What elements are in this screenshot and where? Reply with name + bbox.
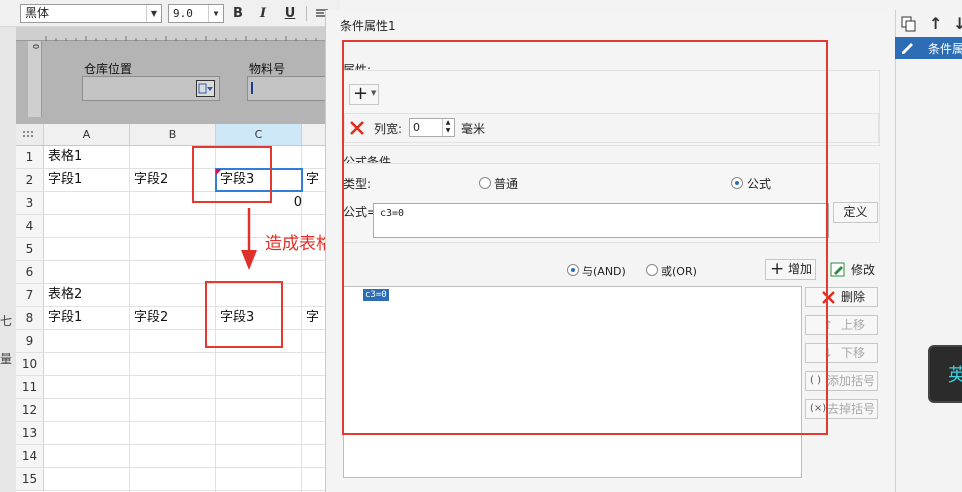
delete-label: 删除 — [840, 290, 865, 304]
bold-button[interactable]: B — [228, 4, 248, 23]
row-header[interactable]: 4 — [16, 215, 44, 238]
row-header[interactable]: 12 — [16, 399, 44, 422]
pencil-icon — [899, 39, 915, 56]
arrow-down-icon — [241, 208, 257, 270]
toolbar-divider — [306, 6, 307, 21]
select-all-corner[interactable] — [16, 124, 44, 146]
side-glyph: 量 — [0, 352, 13, 366]
chevron-down-icon[interactable]: ▼ — [208, 5, 223, 22]
vertical-ruler: 0 — [28, 41, 42, 117]
highlight-box-table1 — [192, 146, 272, 203]
edit-condition-icon[interactable] — [830, 261, 848, 278]
cell-b8[interactable]: 字段2 — [130, 307, 216, 330]
define-button[interactable]: 定义 — [833, 202, 878, 223]
row-header[interactable]: 7 — [16, 284, 44, 307]
row-header[interactable]: 10 — [16, 353, 44, 376]
remove-bracket-label: 去掉括号 — [826, 402, 875, 416]
add-bracket-label: 添加括号 — [826, 374, 875, 388]
right-side-panel — [895, 10, 962, 492]
highlight-box-table2 — [205, 281, 283, 348]
row-header[interactable]: 14 — [16, 445, 44, 468]
side-glyph: 七 — [0, 314, 13, 328]
copy-icon[interactable] — [901, 16, 917, 32]
row-header[interactable]: 8 — [16, 307, 44, 330]
field-label-material: 物料号 — [249, 62, 286, 76]
highlight-box-dialog — [342, 40, 828, 435]
row-header[interactable]: 15 — [16, 468, 44, 491]
cell-a2[interactable]: 字段1 — [44, 169, 130, 192]
ruler-zero: 0 — [31, 44, 40, 50]
font-family-value: 黑体 — [25, 6, 50, 20]
font-size-select[interactable]: 9.0 ▼ — [168, 4, 224, 23]
font-family-select[interactable]: 黑体 ▼ — [20, 4, 162, 23]
underline-button[interactable]: U — [280, 4, 300, 23]
font-size-value: 9.0 — [173, 7, 193, 20]
column-header-c[interactable]: C — [216, 124, 302, 146]
cell-a8[interactable]: 字段1 — [44, 307, 130, 330]
move-down-label: 下移 — [840, 346, 865, 360]
arrow-up-icon[interactable]: ↑ — [929, 14, 942, 33]
ime-indicator[interactable]: 英 — [928, 345, 962, 403]
arrow-down-icon[interactable]: ↓ — [953, 14, 962, 33]
column-header-a[interactable]: A — [44, 124, 130, 146]
text-cursor — [251, 82, 253, 94]
field-label-warehouse: 仓库位置 — [84, 62, 133, 76]
row-header[interactable]: 9 — [16, 330, 44, 353]
move-up-label: 上移 — [840, 318, 865, 332]
chevron-down-icon[interactable]: ▼ — [146, 5, 161, 22]
row-header[interactable]: 1 — [16, 146, 44, 169]
row-header[interactable]: 11 — [16, 376, 44, 399]
cell-a7[interactable]: 表格2 — [44, 284, 130, 307]
horizontal-ruler — [16, 27, 340, 41]
dropdown-button[interactable] — [196, 80, 215, 97]
left-side-strip — [0, 27, 16, 492]
row-header[interactable]: 5 — [16, 238, 44, 261]
italic-button[interactable]: I — [253, 4, 273, 23]
row-header[interactable]: 13 — [16, 422, 44, 445]
column-header-b[interactable]: B — [130, 124, 216, 146]
row-header[interactable]: 3 — [16, 192, 44, 215]
ime-label: 英 — [948, 365, 962, 386]
modify-button[interactable]: 修改 — [851, 261, 875, 278]
cell-a1[interactable]: 表格1 — [44, 146, 130, 169]
dialog-title: 条件属性1 — [340, 19, 396, 33]
right-panel-item-label: 条件属 — [928, 42, 962, 56]
warehouse-field[interactable] — [82, 76, 220, 101]
row-header[interactable]: 2 — [16, 169, 44, 192]
row-header[interactable]: 6 — [16, 261, 44, 284]
right-panel-item[interactable]: 条件属 — [895, 37, 962, 59]
